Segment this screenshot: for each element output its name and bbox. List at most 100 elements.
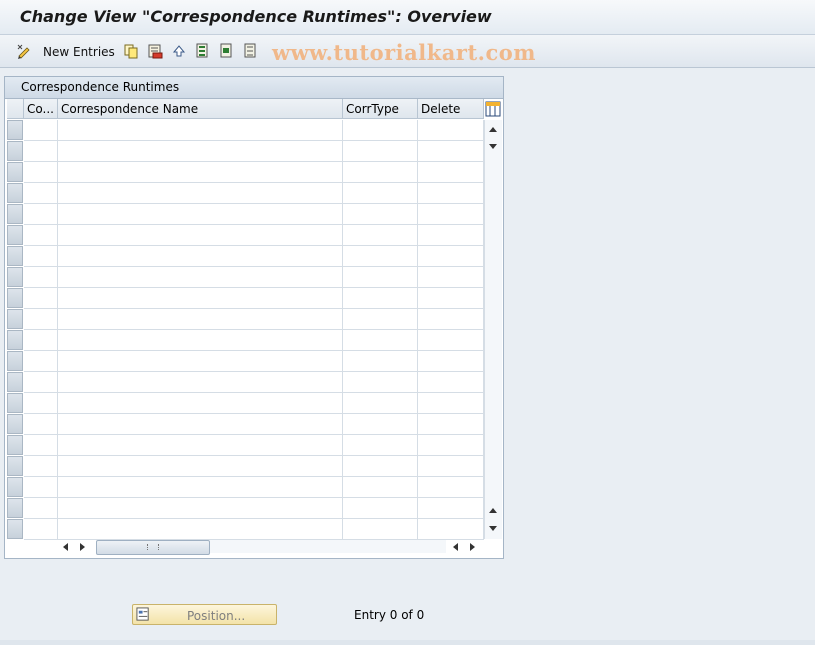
vertical-scrollbar[interactable] bbox=[484, 120, 502, 539]
table-cell[interactable] bbox=[418, 141, 484, 162]
column-header-delete[interactable]: Delete bbox=[418, 99, 484, 119]
row-selector[interactable] bbox=[7, 267, 23, 287]
table-cell[interactable] bbox=[24, 330, 58, 351]
row-selector[interactable] bbox=[7, 120, 23, 140]
table-cell[interactable] bbox=[58, 309, 343, 330]
scroll-up-bottom-icon[interactable] bbox=[489, 508, 497, 513]
table-cell[interactable] bbox=[24, 351, 58, 372]
table-cell[interactable] bbox=[343, 456, 418, 477]
table-cell[interactable] bbox=[24, 498, 58, 519]
row-selector[interactable] bbox=[7, 141, 23, 161]
table-cell[interactable] bbox=[58, 393, 343, 414]
copy-icon[interactable] bbox=[123, 43, 139, 59]
table-cell[interactable] bbox=[418, 204, 484, 225]
table-cell[interactable] bbox=[24, 204, 58, 225]
table-cell[interactable] bbox=[343, 372, 418, 393]
row-selector[interactable] bbox=[7, 393, 23, 413]
scroll-up-icon[interactable] bbox=[489, 127, 497, 132]
table-cell[interactable] bbox=[343, 414, 418, 435]
table-cell[interactable] bbox=[24, 141, 58, 162]
table-cell[interactable] bbox=[343, 435, 418, 456]
row-selector[interactable] bbox=[7, 288, 23, 308]
row-selector[interactable] bbox=[7, 351, 23, 371]
row-selector[interactable] bbox=[7, 330, 23, 350]
table-cell[interactable] bbox=[343, 246, 418, 267]
select-block-icon[interactable] bbox=[219, 43, 235, 59]
scroll-left-icon[interactable] bbox=[63, 543, 68, 551]
row-selector[interactable] bbox=[7, 456, 23, 476]
table-cell[interactable] bbox=[343, 141, 418, 162]
row-selector[interactable] bbox=[7, 162, 23, 182]
table-cell[interactable] bbox=[58, 267, 343, 288]
table-cell[interactable] bbox=[343, 225, 418, 246]
horizontal-scroll-thumb[interactable] bbox=[96, 540, 210, 555]
row-selector[interactable] bbox=[7, 372, 23, 392]
table-cell[interactable] bbox=[418, 477, 484, 498]
position-button[interactable]: Position... bbox=[132, 604, 277, 625]
table-cell[interactable] bbox=[343, 267, 418, 288]
table-cell[interactable] bbox=[343, 477, 418, 498]
table-cell[interactable] bbox=[418, 372, 484, 393]
scroll-left-end-icon[interactable] bbox=[453, 543, 458, 551]
table-cell[interactable] bbox=[343, 393, 418, 414]
row-selector[interactable] bbox=[7, 309, 23, 329]
table-cell[interactable] bbox=[58, 162, 343, 183]
table-cell[interactable] bbox=[58, 225, 343, 246]
row-selector[interactable] bbox=[7, 477, 23, 497]
deselect-all-icon[interactable] bbox=[243, 43, 259, 59]
table-cell[interactable] bbox=[24, 435, 58, 456]
table-cell[interactable] bbox=[58, 477, 343, 498]
row-selector[interactable] bbox=[7, 225, 23, 245]
table-cell[interactable] bbox=[418, 435, 484, 456]
delete-icon[interactable] bbox=[147, 43, 163, 59]
column-header-correspondence-name[interactable]: Correspondence Name bbox=[58, 99, 343, 119]
scroll-right-end-icon[interactable] bbox=[470, 543, 475, 551]
table-cell[interactable] bbox=[58, 204, 343, 225]
table-cell[interactable] bbox=[418, 120, 484, 141]
table-cell[interactable] bbox=[343, 288, 418, 309]
row-selector[interactable] bbox=[7, 414, 23, 434]
table-cell[interactable] bbox=[418, 288, 484, 309]
undo-change-icon[interactable] bbox=[171, 43, 187, 59]
table-cell[interactable] bbox=[58, 519, 343, 540]
table-cell[interactable] bbox=[418, 456, 484, 477]
table-cell[interactable] bbox=[24, 225, 58, 246]
table-cell[interactable] bbox=[418, 267, 484, 288]
row-selector[interactable] bbox=[7, 519, 23, 539]
table-cell[interactable] bbox=[418, 162, 484, 183]
row-selector[interactable] bbox=[7, 498, 23, 518]
table-cell[interactable] bbox=[58, 288, 343, 309]
table-cell[interactable] bbox=[58, 141, 343, 162]
table-cell[interactable] bbox=[24, 183, 58, 204]
table-cell[interactable] bbox=[418, 225, 484, 246]
table-cell[interactable] bbox=[24, 267, 58, 288]
select-all-icon[interactable] bbox=[195, 43, 211, 59]
table-cell[interactable] bbox=[343, 162, 418, 183]
table-cell[interactable] bbox=[58, 330, 343, 351]
table-cell[interactable] bbox=[24, 456, 58, 477]
table-cell[interactable] bbox=[418, 330, 484, 351]
table-cell[interactable] bbox=[343, 309, 418, 330]
table-cell[interactable] bbox=[343, 204, 418, 225]
scroll-down-bottom-icon[interactable] bbox=[489, 526, 497, 531]
table-cell[interactable] bbox=[418, 246, 484, 267]
table-cell[interactable] bbox=[24, 477, 58, 498]
row-selector[interactable] bbox=[7, 435, 23, 455]
edit-pencil-icon[interactable] bbox=[16, 43, 32, 59]
column-header-corrtype[interactable]: CorrType bbox=[343, 99, 418, 119]
table-cell[interactable] bbox=[343, 519, 418, 540]
table-cell[interactable] bbox=[24, 288, 58, 309]
table-cell[interactable] bbox=[58, 246, 343, 267]
table-cell[interactable] bbox=[418, 393, 484, 414]
table-cell[interactable] bbox=[58, 183, 343, 204]
scroll-right-icon[interactable] bbox=[80, 543, 85, 551]
table-cell[interactable] bbox=[24, 309, 58, 330]
table-cell[interactable] bbox=[418, 519, 484, 540]
table-cell[interactable] bbox=[24, 519, 58, 540]
table-cell[interactable] bbox=[343, 330, 418, 351]
table-cell[interactable] bbox=[343, 498, 418, 519]
table-cell[interactable] bbox=[343, 183, 418, 204]
table-cell[interactable] bbox=[58, 372, 343, 393]
table-cell[interactable] bbox=[418, 414, 484, 435]
row-selector[interactable] bbox=[7, 183, 23, 203]
